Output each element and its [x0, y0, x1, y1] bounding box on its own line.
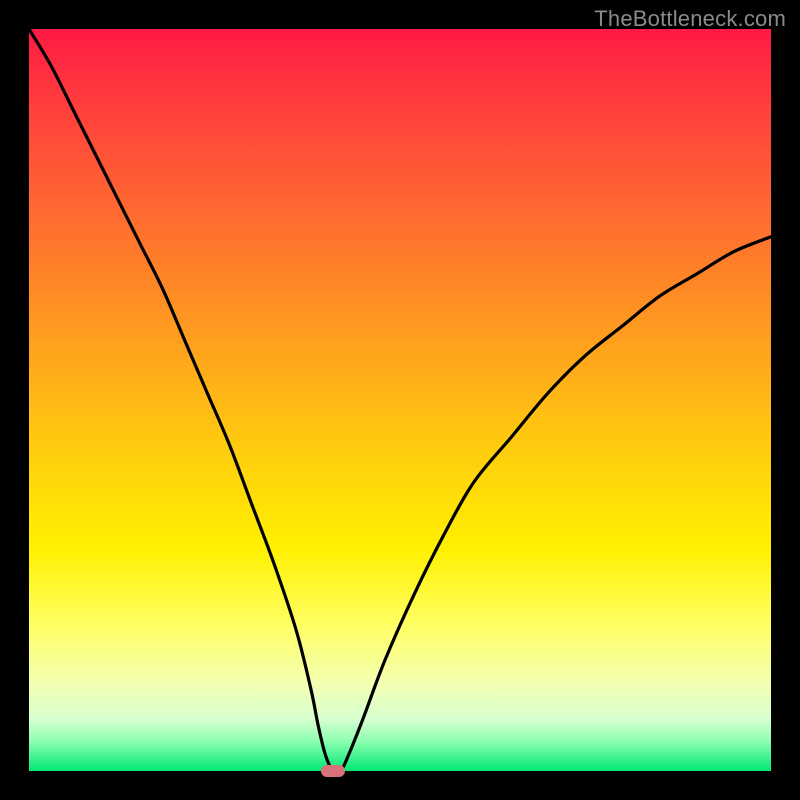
- plot-area: [29, 29, 771, 771]
- bottleneck-curve: [29, 29, 771, 771]
- optimal-marker: [321, 765, 345, 777]
